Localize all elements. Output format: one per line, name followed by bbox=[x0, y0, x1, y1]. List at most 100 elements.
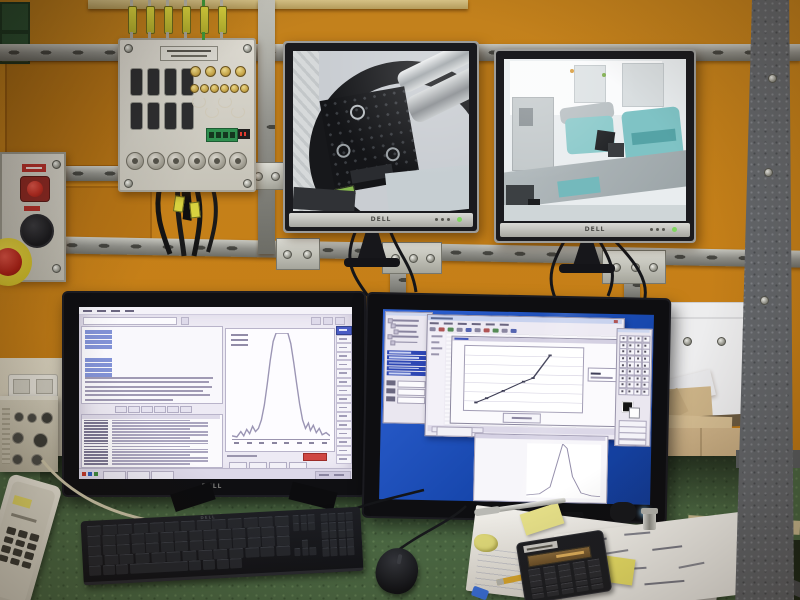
key[interactable] bbox=[87, 535, 101, 545]
key[interactable] bbox=[259, 516, 274, 526]
phone-key[interactable] bbox=[18, 530, 28, 539]
motor-field[interactable] bbox=[336, 395, 352, 404]
key[interactable] bbox=[89, 565, 102, 576]
key[interactable] bbox=[120, 554, 135, 564]
phone-key[interactable] bbox=[21, 560, 31, 569]
scope-knob[interactable] bbox=[33, 433, 48, 448]
phone-key[interactable] bbox=[10, 557, 20, 566]
numpad-key[interactable] bbox=[337, 513, 344, 522]
motor-field[interactable] bbox=[336, 386, 352, 395]
motor-field[interactable] bbox=[336, 343, 352, 352]
numpad-key[interactable] bbox=[322, 539, 329, 548]
phone-key[interactable] bbox=[6, 526, 16, 535]
numpad-key[interactable] bbox=[338, 521, 345, 530]
key[interactable] bbox=[175, 541, 189, 551]
nav-key[interactable] bbox=[293, 523, 300, 531]
calculator-key[interactable] bbox=[547, 590, 560, 597]
key[interactable] bbox=[146, 542, 160, 552]
key[interactable] bbox=[247, 527, 261, 537]
key[interactable] bbox=[165, 521, 180, 531]
key[interactable] bbox=[102, 535, 116, 545]
key[interactable] bbox=[116, 564, 129, 575]
motor-field[interactable] bbox=[336, 438, 352, 447]
key[interactable] bbox=[189, 560, 202, 571]
key[interactable] bbox=[116, 534, 130, 544]
bezel-button[interactable] bbox=[662, 228, 665, 231]
nav-key[interactable] bbox=[308, 522, 315, 530]
phone-key[interactable] bbox=[1, 545, 11, 554]
nav-key[interactable] bbox=[300, 515, 307, 523]
key[interactable] bbox=[232, 528, 246, 538]
motor-field[interactable] bbox=[336, 412, 352, 421]
phone-key[interactable] bbox=[29, 533, 39, 542]
key[interactable] bbox=[149, 522, 164, 532]
toolbar-button[interactable] bbox=[335, 317, 345, 325]
key[interactable] bbox=[118, 524, 133, 534]
key[interactable] bbox=[117, 544, 131, 554]
key[interactable] bbox=[145, 532, 159, 542]
arrow-key[interactable] bbox=[294, 548, 301, 556]
key[interactable] bbox=[247, 537, 261, 547]
key[interactable] bbox=[102, 524, 117, 534]
key[interactable] bbox=[218, 529, 232, 539]
key[interactable] bbox=[160, 542, 174, 552]
stop-alert-button[interactable] bbox=[303, 453, 327, 461]
toolbar-button[interactable] bbox=[311, 317, 321, 325]
scroll-wheel[interactable] bbox=[396, 554, 402, 565]
phone-key[interactable] bbox=[0, 554, 9, 563]
scope-knob[interactable] bbox=[41, 412, 53, 424]
calculator-key[interactable] bbox=[561, 588, 574, 595]
key[interactable] bbox=[151, 552, 166, 562]
socket-outlet[interactable] bbox=[13, 379, 30, 394]
power-button[interactable] bbox=[672, 227, 677, 232]
key[interactable] bbox=[88, 545, 102, 555]
reset-button[interactable] bbox=[20, 176, 50, 202]
key[interactable] bbox=[130, 561, 188, 574]
key[interactable] bbox=[189, 540, 203, 550]
calculator-key[interactable] bbox=[591, 583, 604, 590]
key[interactable] bbox=[243, 517, 258, 527]
bezel-button[interactable] bbox=[435, 218, 438, 221]
key[interactable] bbox=[160, 532, 174, 542]
motor-field[interactable] bbox=[336, 326, 352, 335]
calculator[interactable] bbox=[516, 529, 613, 600]
key[interactable] bbox=[212, 519, 227, 529]
key[interactable] bbox=[274, 515, 289, 525]
path-field[interactable] bbox=[83, 317, 177, 325]
numpad-key[interactable] bbox=[330, 539, 337, 548]
key[interactable] bbox=[135, 553, 150, 563]
key[interactable] bbox=[262, 536, 276, 546]
scope-knob[interactable] bbox=[12, 454, 23, 465]
key[interactable] bbox=[230, 558, 243, 569]
key[interactable] bbox=[261, 526, 275, 536]
key[interactable] bbox=[260, 546, 275, 556]
nav-key[interactable] bbox=[308, 514, 315, 522]
key[interactable] bbox=[218, 538, 232, 548]
calculator-key[interactable] bbox=[532, 592, 545, 599]
phone-key[interactable] bbox=[24, 551, 34, 560]
power-button[interactable] bbox=[457, 217, 462, 222]
numpad-key[interactable] bbox=[346, 521, 353, 530]
numpad-key[interactable] bbox=[329, 513, 336, 522]
key[interactable] bbox=[213, 549, 228, 559]
motor-field[interactable] bbox=[336, 403, 352, 412]
key[interactable] bbox=[204, 539, 218, 549]
arrow-key[interactable] bbox=[301, 540, 308, 548]
key[interactable] bbox=[198, 550, 213, 560]
arrow-key[interactable] bbox=[309, 547, 316, 555]
numpad-key[interactable] bbox=[339, 538, 346, 547]
bezel-button[interactable] bbox=[656, 228, 659, 231]
taskbar-icon-green[interactable] bbox=[94, 472, 98, 476]
taskbar-icon-red[interactable] bbox=[82, 472, 86, 476]
numpad-key[interactable] bbox=[322, 548, 329, 557]
motor-field[interactable] bbox=[336, 446, 352, 455]
taskbar-button[interactable] bbox=[151, 471, 174, 480]
socket-outlet[interactable] bbox=[36, 379, 53, 394]
bezel-button[interactable] bbox=[447, 218, 450, 221]
key[interactable] bbox=[216, 559, 229, 570]
key[interactable] bbox=[276, 545, 291, 555]
phone-key[interactable] bbox=[3, 535, 13, 544]
bezel-button[interactable] bbox=[650, 228, 653, 231]
key[interactable] bbox=[182, 550, 197, 560]
key[interactable] bbox=[276, 525, 290, 535]
